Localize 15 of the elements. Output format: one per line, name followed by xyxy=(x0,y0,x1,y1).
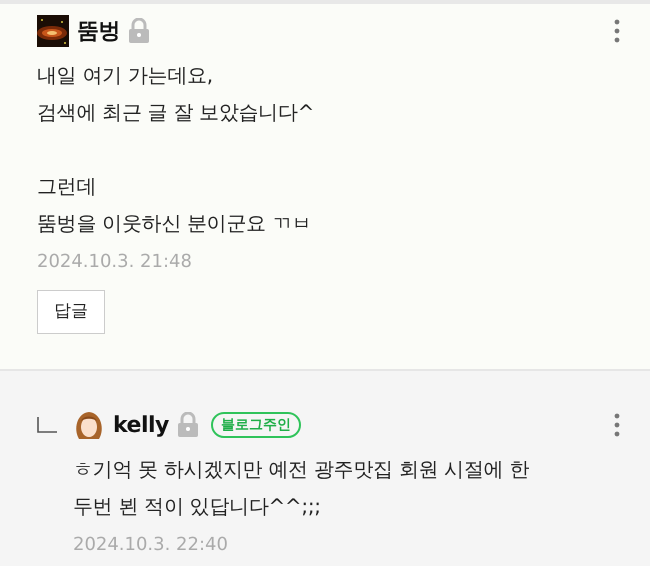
comment-text: 뚬벙을 이웃하신 분이군요 ㄲㅂ xyxy=(37,210,312,237)
author-name: 뚬벙 xyxy=(77,18,120,46)
comment-text: ㅎ기억 못 하시겠지만 예전 광주맛집 회원 시절에 한 xyxy=(73,456,530,483)
owner-badge: 블로그주인 xyxy=(210,412,301,438)
more-icon[interactable] xyxy=(614,413,620,437)
comment-text: 두번 뵌 적이 있답니다^^;;; xyxy=(73,493,322,520)
more-icon[interactable] xyxy=(614,19,620,43)
reply-corner-icon xyxy=(37,417,57,433)
comment-date: 2024.10.3. 22:40 xyxy=(73,533,229,557)
comment-text: 검색에 최근 글 잘 보았습니다^ xyxy=(37,99,316,126)
comment-text: 내일 여기 가는데요, xyxy=(37,62,214,89)
author-name: kelly xyxy=(113,412,169,440)
comment-text: 그런데 xyxy=(37,173,98,200)
comment-date: 2024.10.3. 21:48 xyxy=(37,250,193,274)
reply-button[interactable]: 답글 xyxy=(37,290,105,334)
